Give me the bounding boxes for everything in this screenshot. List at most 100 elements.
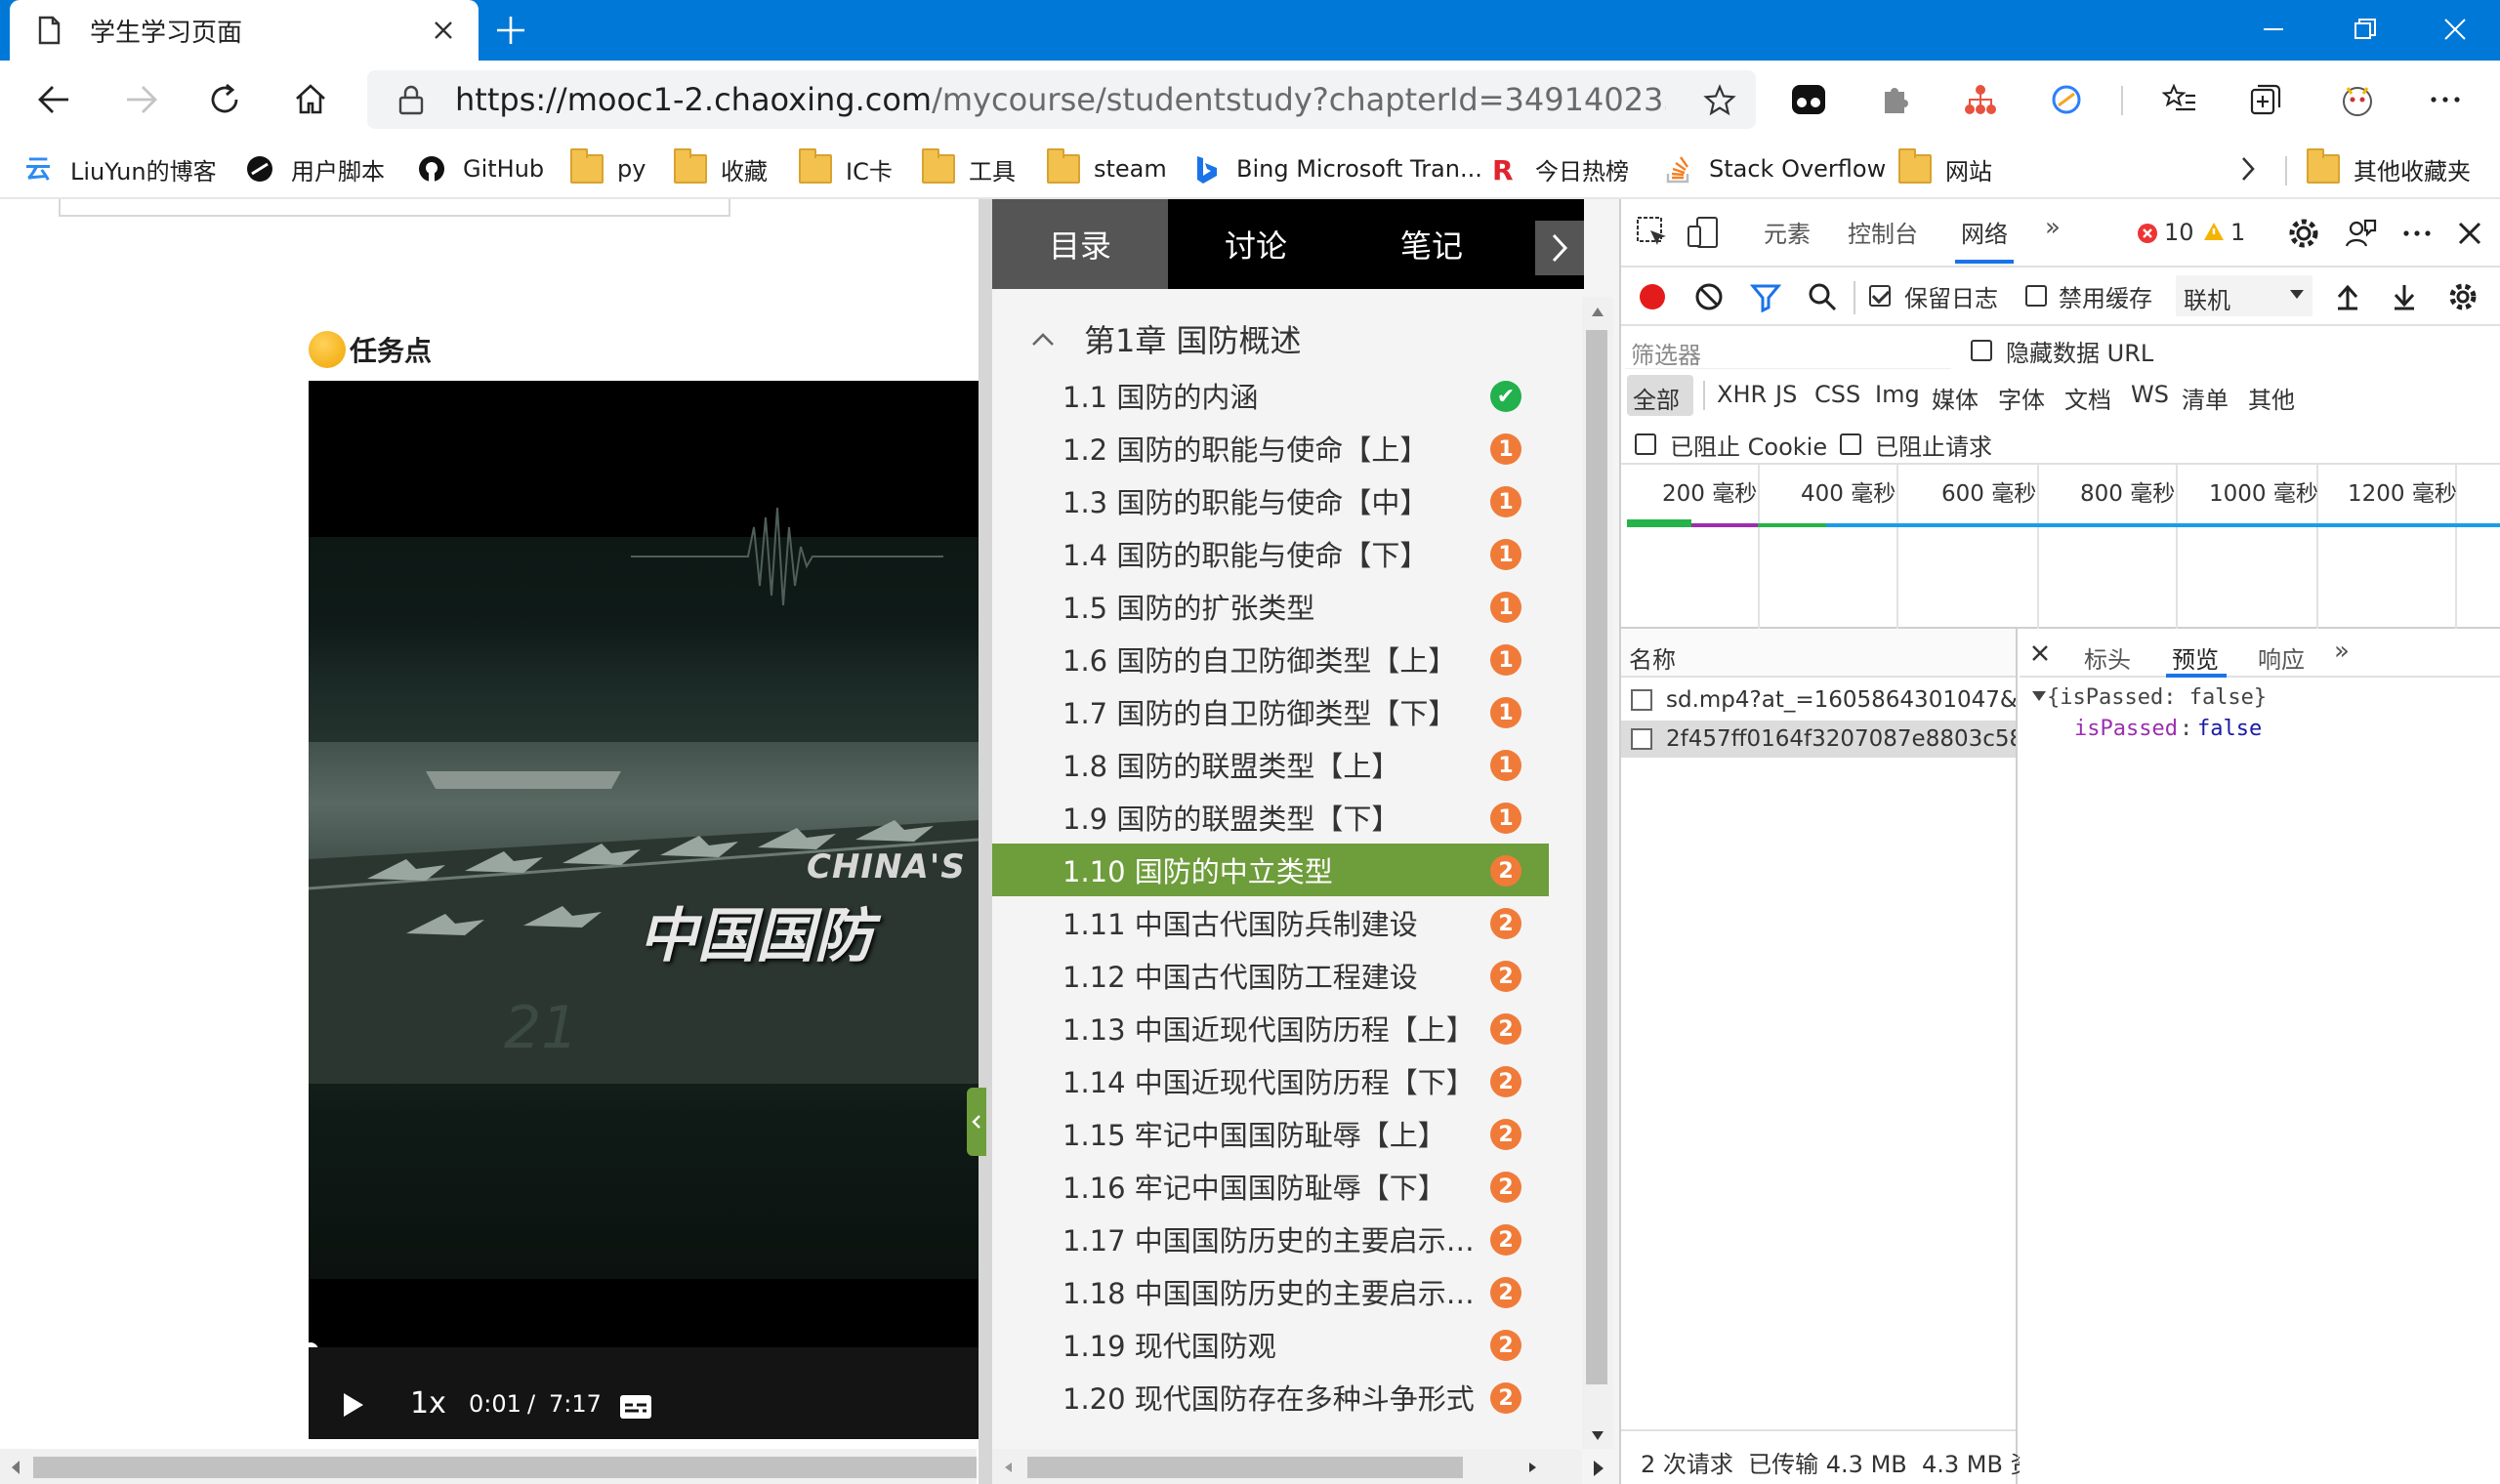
video-player[interactable]: CHINA'S 中国国防 21 1x 0:01 / 7:17: [309, 381, 979, 1439]
warning-count[interactable]: 1: [2230, 219, 2245, 246]
bookmark-folder-tools[interactable]: 工具: [922, 148, 1016, 189]
import-har-icon[interactable]: [2332, 281, 2363, 312]
catalog-item[interactable]: 1.1 国防的内涵 ✔: [992, 369, 1549, 422]
tab-preview[interactable]: 预览: [2172, 640, 2219, 675]
bookmarks-overflow-button[interactable]: [2238, 148, 2258, 189]
bookmark-github[interactable]: GitHub: [416, 148, 544, 189]
bookmark-folder-ic[interactable]: IC卡: [799, 148, 893, 189]
subtitles-icon[interactable]: [619, 1394, 652, 1420]
catalog-item[interactable]: 1.14 中国近现代国防历程【下】 2: [992, 1054, 1549, 1107]
type-filter-img[interactable]: Img: [1875, 381, 1920, 408]
type-filter-all[interactable]: 全部: [1633, 381, 1680, 415]
close-window-button[interactable]: [2434, 10, 2477, 49]
close-tab-icon[interactable]: [428, 15, 459, 46]
bookmark-folder-py[interactable]: py: [570, 148, 646, 189]
record-icon[interactable]: [1637, 281, 1668, 312]
filter-input[interactable]: 筛选器: [1625, 330, 1951, 369]
home-button[interactable]: [289, 78, 332, 121]
request-row[interactable]: sd.mp4?at_=1605864301047&...: [1621, 681, 2016, 719]
bookmark-folder-steam[interactable]: steam: [1047, 148, 1167, 189]
catalog-item[interactable]: 1.9 国防的联盟类型【下】 1: [992, 791, 1549, 844]
request-row-selected[interactable]: 2f457ff0164f3207087e8803c58...: [1621, 721, 2016, 758]
catalog-item[interactable]: 1.10 国防的中立类型 2: [992, 844, 1549, 896]
checkbox[interactable]: [1869, 285, 1891, 307]
inspect-element-icon[interactable]: [1635, 215, 1670, 250]
tab-network[interactable]: 网络: [1961, 215, 2008, 249]
catalog-item[interactable]: 1.8 国防的联盟类型【上】 1: [992, 738, 1549, 791]
bookmark-folder-sites[interactable]: 网站: [1898, 148, 1992, 189]
other-bookmarks-folder[interactable]: 其他收藏夹: [2307, 148, 2471, 189]
forward-button[interactable]: [119, 78, 162, 121]
catalog-item[interactable]: 1.7 国防的自卫防御类型【下】 1: [992, 685, 1549, 738]
type-filter-media[interactable]: 媒体: [1932, 381, 1979, 415]
collections-button[interactable]: [2244, 78, 2287, 121]
more-detail-tabs-icon[interactable]: »: [2334, 637, 2350, 666]
catalog-item[interactable]: 1.3 国防的职能与使命【中】 1: [992, 474, 1549, 527]
catalog-horizontal-scrollbar[interactable]: [992, 1449, 1582, 1484]
new-tab-icon[interactable]: [494, 14, 527, 47]
checkbox[interactable]: [1635, 433, 1656, 455]
hide-data-urls-checkbox[interactable]: [1971, 336, 1992, 363]
extension-circle[interactable]: [2045, 78, 2088, 121]
bookmark-userscripts[interactable]: 用户脚本: [244, 148, 385, 189]
scrollbar-thumb[interactable]: [1027, 1457, 1463, 1478]
filter-icon[interactable]: [1750, 281, 1781, 312]
throttling-select[interactable]: 联机: [2176, 275, 2312, 316]
scroll-down-icon[interactable]: [1590, 1429, 1605, 1443]
bookmark-folder-favorites[interactable]: 收藏: [674, 148, 768, 189]
panel-divider[interactable]: [979, 199, 992, 1484]
catalog-item[interactable]: 1.6 国防的自卫防御类型【上】 1: [992, 633, 1549, 685]
scrollbar-thumb[interactable]: [33, 1457, 977, 1478]
type-filter-font[interactable]: 字体: [1998, 381, 2045, 415]
type-filter-other[interactable]: 其他: [2248, 381, 2295, 415]
catalog-toggle-handle[interactable]: [967, 1088, 986, 1156]
error-count[interactable]: 10: [2164, 219, 2194, 246]
tab-console[interactable]: 控制台: [1848, 215, 1918, 249]
more-options-icon[interactable]: [2400, 217, 2434, 250]
catalog-item[interactable]: 1.19 现代国防观 2: [992, 1318, 1549, 1371]
blocked-requests-checkbox[interactable]: [1840, 430, 1861, 457]
bookmark-liuyun[interactable]: 云 LiuYun的博客: [23, 148, 217, 189]
tab-notes[interactable]: 笔记: [1344, 199, 1520, 289]
catalog-item[interactable]: 1.17 中国国防历史的主要启示【... 2: [992, 1213, 1549, 1265]
expand-triangle-icon[interactable]: [2031, 689, 2047, 703]
type-filter-css[interactable]: CSS: [1814, 381, 1860, 408]
type-filter-doc[interactable]: 文档: [2064, 381, 2111, 415]
play-icon[interactable]: [338, 1390, 367, 1420]
tab-headers[interactable]: 标头: [2084, 640, 2131, 675]
catalog-item[interactable]: 1.18 中国国防历史的主要启示【... 2: [992, 1265, 1549, 1318]
catalog-item[interactable]: 1.12 中国古代国防工程建设 2: [992, 949, 1549, 1002]
type-filter-ws[interactable]: WS: [2131, 381, 2169, 408]
page-horizontal-scrollbar[interactable]: [0, 1449, 977, 1484]
blocked-cookies-checkbox[interactable]: [1635, 430, 1656, 457]
bookmark-hot-list[interactable]: R 今日热榜: [1488, 148, 1629, 189]
restore-button[interactable]: [2344, 10, 2387, 49]
scroll-left-icon[interactable]: [1002, 1461, 1016, 1474]
export-har-icon[interactable]: [2389, 281, 2420, 312]
scroll-right-icon[interactable]: [1584, 1457, 1613, 1480]
scroll-up-icon[interactable]: [1590, 305, 1605, 318]
settings-gear-icon[interactable]: [2287, 217, 2320, 250]
device-emulation-icon[interactable]: [1686, 215, 1721, 250]
tab-catalog[interactable]: 目录: [992, 199, 1168, 289]
clear-icon[interactable]: [1693, 281, 1725, 312]
tab-elements[interactable]: 元素: [1764, 215, 1811, 249]
tab-discussion[interactable]: 讨论: [1168, 199, 1344, 289]
column-name-header[interactable]: 名称: [1629, 640, 1676, 675]
catalog-tabs-next-button[interactable]: [1535, 221, 1584, 275]
scroll-left-icon[interactable]: [8, 1459, 23, 1476]
chapter-heading[interactable]: 第1章 国防概述: [1031, 316, 1302, 361]
preserve-log-checkbox[interactable]: [1869, 281, 1891, 309]
checkbox[interactable]: [2025, 285, 2047, 307]
catalog-item[interactable]: 1.5 国防的扩张类型 1: [992, 580, 1549, 633]
tab-response[interactable]: 响应: [2258, 640, 2305, 675]
catalog-item[interactable]: 1.13 中国近现代国防历程【上】 2: [992, 1002, 1549, 1054]
catalog-item[interactable]: 1.20 现代国防存在多种斗争形式 2: [992, 1371, 1549, 1423]
bookmark-stackoverflow[interactable]: Stack Overflow: [1662, 148, 1886, 189]
bookmark-bing-translator[interactable]: Bing Microsoft Tran...: [1189, 148, 1482, 189]
type-filter-js[interactable]: JS: [1775, 381, 1797, 408]
checkbox[interactable]: [1840, 433, 1861, 455]
catalog-vertical-scrollbar[interactable]: [1582, 297, 1613, 1449]
catalog-item[interactable]: 1.4 国防的职能与使命【下】 1: [992, 527, 1549, 580]
scroll-right-icon[interactable]: [1525, 1461, 1539, 1474]
